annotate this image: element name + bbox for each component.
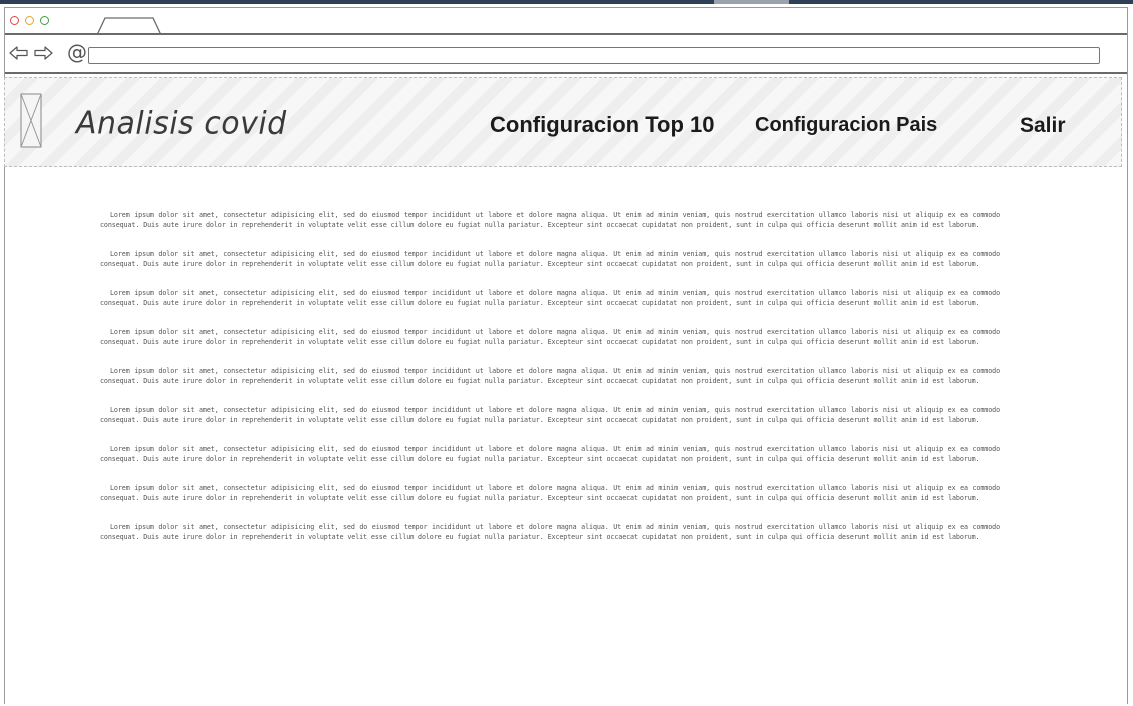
text-paragraph: Lorem ipsum dolor sit amet, consectetur … — [100, 289, 1000, 307]
text-paragraph: Lorem ipsum dolor sit amet, consectetur … — [100, 406, 1000, 424]
image-placeholder-icon — [20, 93, 42, 148]
window-minimize-icon[interactable] — [25, 16, 34, 25]
nav-salir[interactable]: Salir — [1020, 114, 1066, 138]
address-bar-input[interactable] — [88, 47, 1100, 64]
at-sign-icon: @ — [67, 40, 87, 64]
text-paragraph: Lorem ipsum dolor sit amet, consectetur … — [100, 211, 1000, 229]
app-title: Analisis covid — [76, 105, 287, 142]
screen-top-border — [0, 0, 1133, 4]
arrow-right-icon[interactable] — [33, 46, 53, 60]
main-content: Lorem ipsum dolor sit amet, consectetur … — [100, 210, 1000, 561]
text-paragraph: Lorem ipsum dolor sit amet, consectetur … — [100, 445, 1000, 463]
nav-configuracion-pais[interactable]: Configuracion Pais — [755, 114, 937, 137]
browser-navbar: @ — [5, 35, 1127, 74]
text-paragraph: Lorem ipsum dolor sit amet, consectetur … — [100, 523, 1000, 541]
text-paragraph: Lorem ipsum dolor sit amet, consectetur … — [100, 367, 1000, 385]
browser-titlebar — [5, 8, 1127, 35]
arrow-left-icon[interactable] — [9, 46, 29, 60]
browser-tab[interactable] — [95, 16, 165, 35]
app-header: Analisis covid Configuracion Top 10 Conf… — [4, 77, 1122, 167]
window-close-icon[interactable] — [10, 16, 19, 25]
text-paragraph: Lorem ipsum dolor sit amet, consectetur … — [100, 484, 1000, 502]
screen-top-highlight — [714, 0, 789, 4]
text-paragraph: Lorem ipsum dolor sit amet, consectetur … — [100, 250, 1000, 268]
nav-configuracion-top-10[interactable]: Configuracion Top 10 — [490, 112, 714, 138]
text-paragraph: Lorem ipsum dolor sit amet, consectetur … — [100, 328, 1000, 346]
window-maximize-icon[interactable] — [40, 16, 49, 25]
